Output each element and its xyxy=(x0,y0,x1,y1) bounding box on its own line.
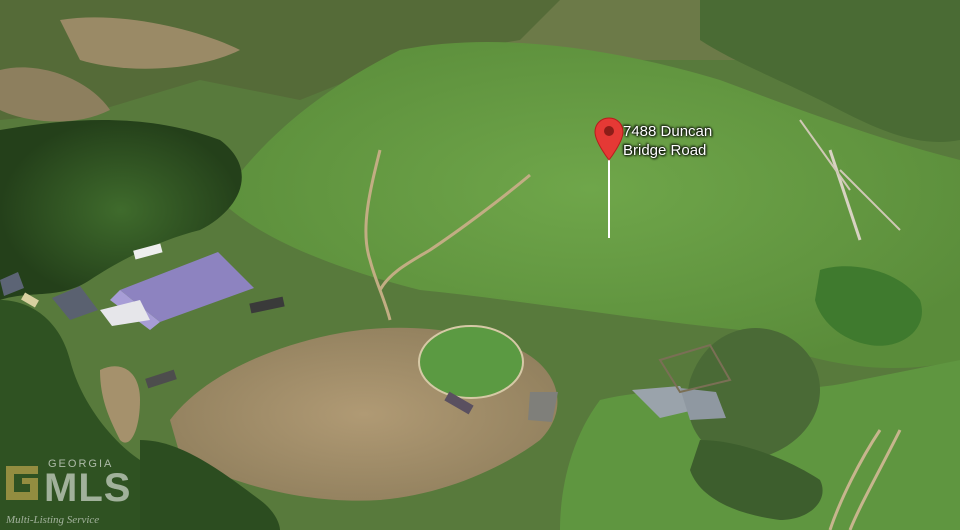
marker-label: 7488 Duncan Bridge Road xyxy=(623,123,713,159)
map-pin-icon[interactable] xyxy=(594,116,624,238)
watermark-brand-sub: Multi-Listing Service xyxy=(6,514,100,526)
georgia-mls-logo-icon xyxy=(6,466,38,500)
satellite-imagery xyxy=(0,0,960,530)
watermark-brand-main: MLS xyxy=(44,466,132,510)
satellite-map[interactable]: 7488 Duncan Bridge Road GEORGIA MLS Mult… xyxy=(0,0,960,530)
